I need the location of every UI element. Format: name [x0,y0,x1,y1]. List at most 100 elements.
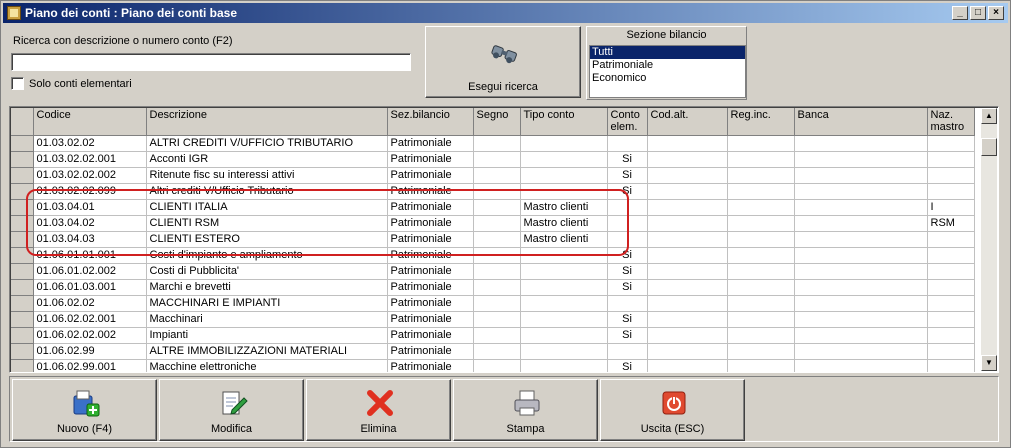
maximize-button[interactable]: □ [970,6,986,20]
search-button[interactable]: Esegui ricerca [425,26,581,98]
cell-descrizione[interactable]: Macchine elettroniche [146,359,388,372]
cell-naz-mastro[interactable] [927,343,975,360]
cell-descrizione[interactable]: ALTRE IMMOBILIZZAZIONI MATERIALI [146,343,388,360]
cell-conto-elem[interactable]: Si [607,167,648,184]
cell-descrizione[interactable]: Impianti [146,327,388,344]
delete-button[interactable]: Elimina [306,379,451,441]
cell-naz-mastro[interactable] [927,279,975,296]
cell-naz-mastro[interactable] [927,295,975,312]
cell-banca[interactable] [794,215,928,232]
cell-descrizione[interactable]: CLIENTI RSM [146,215,388,232]
cell-segno[interactable] [473,151,521,168]
cell-conto-elem[interactable]: Si [607,327,648,344]
row-indicator[interactable] [11,295,34,312]
cell-conto-elem[interactable]: Si [607,279,648,296]
cell-banca[interactable] [794,183,928,200]
cell-codice[interactable]: 01.06.01.01.001 [33,247,147,264]
col-header-reg-inc[interactable]: Reg.inc. [727,108,795,136]
cell-tipo-conto[interactable] [520,311,608,328]
cell-segno[interactable] [473,279,521,296]
cell-sez-bilancio[interactable]: Patrimoniale [387,279,474,296]
row-indicator[interactable] [11,199,34,216]
cell-descrizione[interactable]: ALTRI CREDITI V/UFFICIO TRIBUTARIO [146,135,388,152]
cell-reg-inc[interactable] [727,215,795,232]
row-indicator[interactable] [11,327,34,344]
cell-banca[interactable] [794,295,928,312]
elementary-accounts-checkbox[interactable] [11,77,24,90]
cell-descrizione[interactable]: Ritenute fisc su interessi attivi [146,167,388,184]
cell-naz-mastro[interactable] [927,183,975,200]
table-row[interactable]: 01.03.02.02 ALTRI CREDITI V/UFFICIO TRIBU… [11,135,975,152]
cell-reg-inc[interactable] [727,359,795,372]
edit-button[interactable]: Modifica [159,379,304,441]
cell-naz-mastro[interactable] [927,359,975,372]
cell-naz-mastro[interactable]: RSM [927,215,975,232]
cell-cod-alt[interactable] [647,263,728,280]
col-header-cod-alt[interactable]: Cod.alt. [647,108,728,136]
cell-segno[interactable] [473,327,521,344]
cell-reg-inc[interactable] [727,231,795,248]
scroll-down-icon[interactable]: ▼ [981,355,997,371]
cell-conto-elem[interactable] [607,343,648,360]
cell-conto-elem[interactable]: Si [607,183,648,200]
cell-conto-elem[interactable] [607,295,648,312]
title-bar[interactable]: Piano dei conti : Piano dei conti base _… [3,3,1008,23]
table-row[interactable]: 01.03.02.02.099 Altri crediti V/Ufficio T… [11,183,975,200]
balance-section-list[interactable]: Tutti Patrimoniale Economico [589,45,746,98]
cell-sez-bilancio[interactable]: Patrimoniale [387,183,474,200]
cell-segno[interactable] [473,231,521,248]
cell-codice[interactable]: 01.03.02.02.001 [33,151,147,168]
cell-codice[interactable]: 01.03.04.03 [33,231,147,248]
accounts-grid[interactable]: Codice Descrizione Sez.bilancio Segno Ti… [9,106,999,373]
cell-naz-mastro[interactable] [927,167,975,184]
cell-cod-alt[interactable] [647,167,728,184]
row-indicator[interactable] [11,135,34,152]
cell-conto-elem[interactable] [607,135,648,152]
cell-descrizione[interactable]: Costi d'impianto e ampliamento [146,247,388,264]
cell-conto-elem[interactable]: Si [607,359,648,372]
cell-banca[interactable] [794,343,928,360]
col-header-codice[interactable]: Codice [33,108,147,136]
cell-banca[interactable] [794,247,928,264]
cell-tipo-conto[interactable] [520,263,608,280]
cell-tipo-conto[interactable] [520,359,608,372]
row-indicator[interactable] [11,311,34,328]
cell-cod-alt[interactable] [647,343,728,360]
cell-cod-alt[interactable] [647,311,728,328]
cell-codice[interactable]: 01.06.02.02 [33,295,147,312]
cell-reg-inc[interactable] [727,295,795,312]
row-indicator[interactable] [11,183,34,200]
minimize-button[interactable]: _ [952,6,968,20]
cell-banca[interactable] [794,279,928,296]
cell-banca[interactable] [794,327,928,344]
cell-descrizione[interactable]: MACCHINARI E IMPIANTI [146,295,388,312]
cell-reg-inc[interactable] [727,327,795,344]
cell-codice[interactable]: 01.06.02.02.002 [33,327,147,344]
row-indicator[interactable] [11,263,34,280]
cell-descrizione[interactable]: Costi di Pubblicita' [146,263,388,280]
cell-cod-alt[interactable] [647,231,728,248]
row-indicator[interactable] [11,359,34,372]
cell-tipo-conto[interactable]: Mastro clienti [520,231,608,248]
row-indicator[interactable] [11,247,34,264]
table-row[interactable]: 01.03.02.02.001 Acconti IGR Patrimoniale Si [11,151,975,168]
cell-sez-bilancio[interactable]: Patrimoniale [387,215,474,232]
print-button[interactable]: Stampa [453,379,598,441]
table-row[interactable]: 01.06.01.03.001 Marchi e brevetti Patrimon… [11,279,975,296]
cell-conto-elem[interactable] [607,231,648,248]
cell-conto-elem[interactable]: Si [607,311,648,328]
cell-reg-inc[interactable] [727,247,795,264]
cell-reg-inc[interactable] [727,263,795,280]
row-indicator[interactable] [11,231,34,248]
col-header-segno[interactable]: Segno [473,108,521,136]
cell-segno[interactable] [473,215,521,232]
cell-banca[interactable] [794,359,928,372]
elementary-accounts-checkbox-row[interactable]: Solo conti elementari [11,77,132,90]
cell-reg-inc[interactable] [727,135,795,152]
table-row[interactable]: 01.03.04.01 CLIENTI ITALIA Patrimoniale Mas… [11,199,975,216]
cell-banca[interactable] [794,231,928,248]
cell-sez-bilancio[interactable]: Patrimoniale [387,263,474,280]
cell-naz-mastro[interactable] [927,231,975,248]
cell-conto-elem[interactable]: Si [607,151,648,168]
cell-sez-bilancio[interactable]: Patrimoniale [387,295,474,312]
